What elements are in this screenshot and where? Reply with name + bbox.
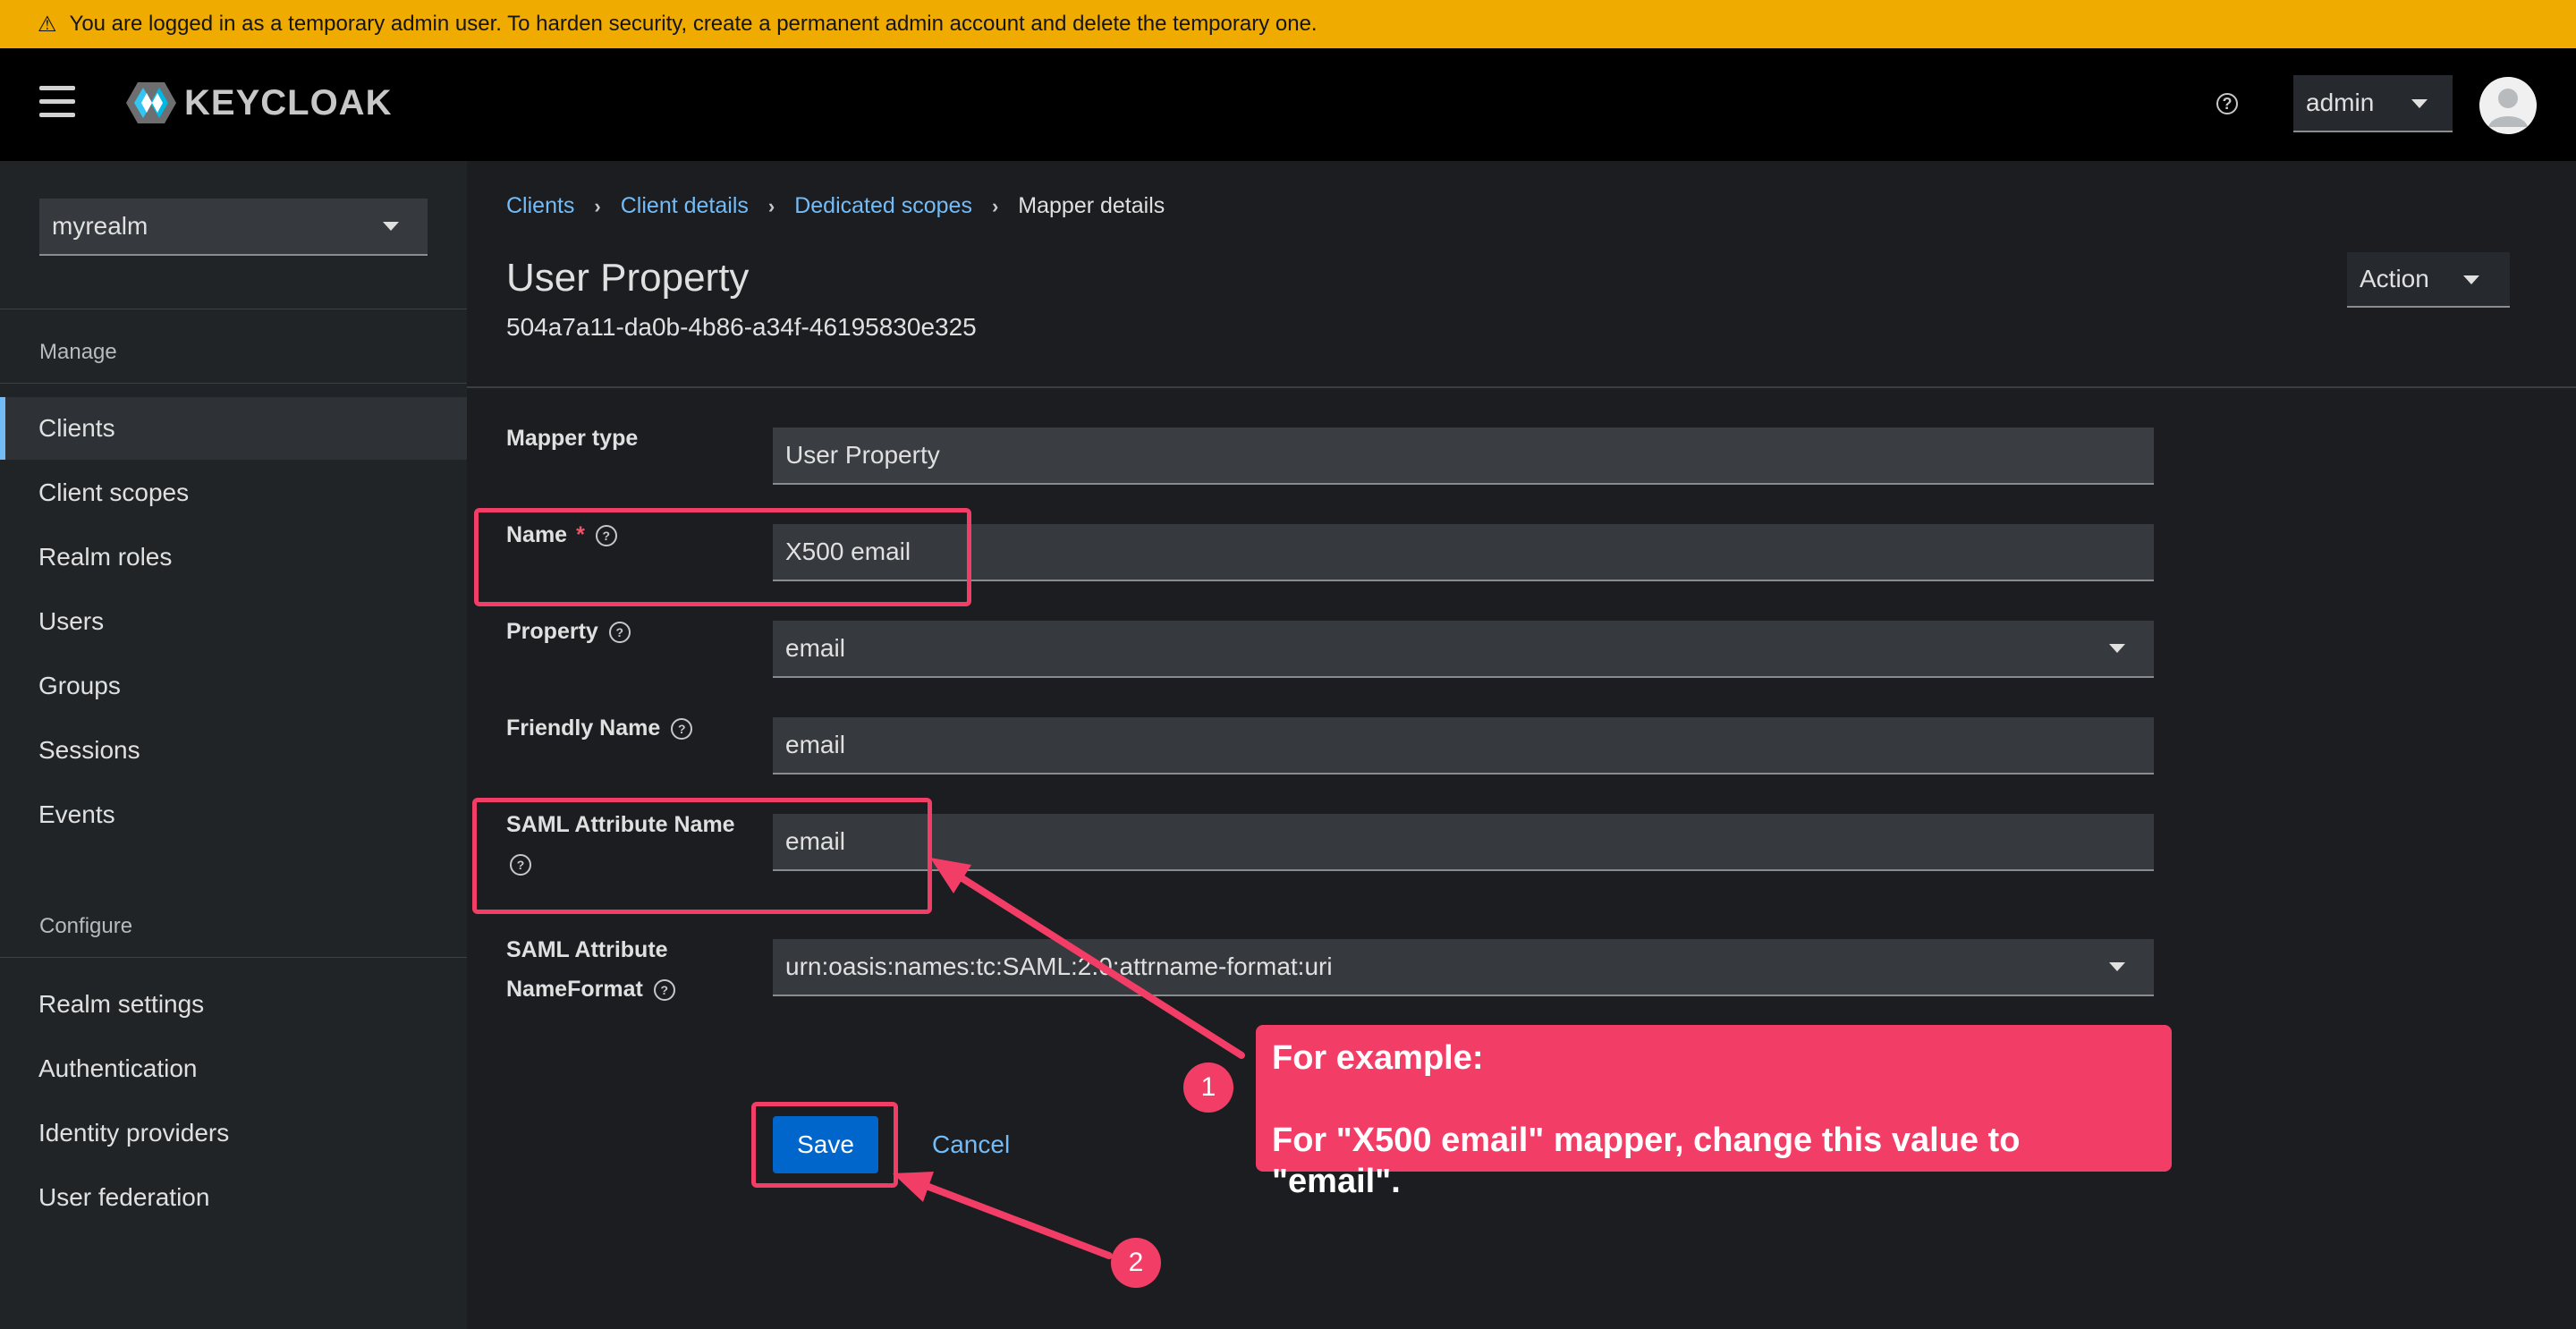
callout-line-1: For example:	[1272, 1039, 1484, 1077]
step-badge-2: 2	[1111, 1238, 1161, 1288]
example-callout: For example: For "X500 email" mapper, ch…	[1256, 1025, 2172, 1200]
callout-line-2: For "X500 email" mapper, change this val…	[1272, 1122, 2021, 1200]
step-badge-1: 1	[1183, 1062, 1233, 1113]
